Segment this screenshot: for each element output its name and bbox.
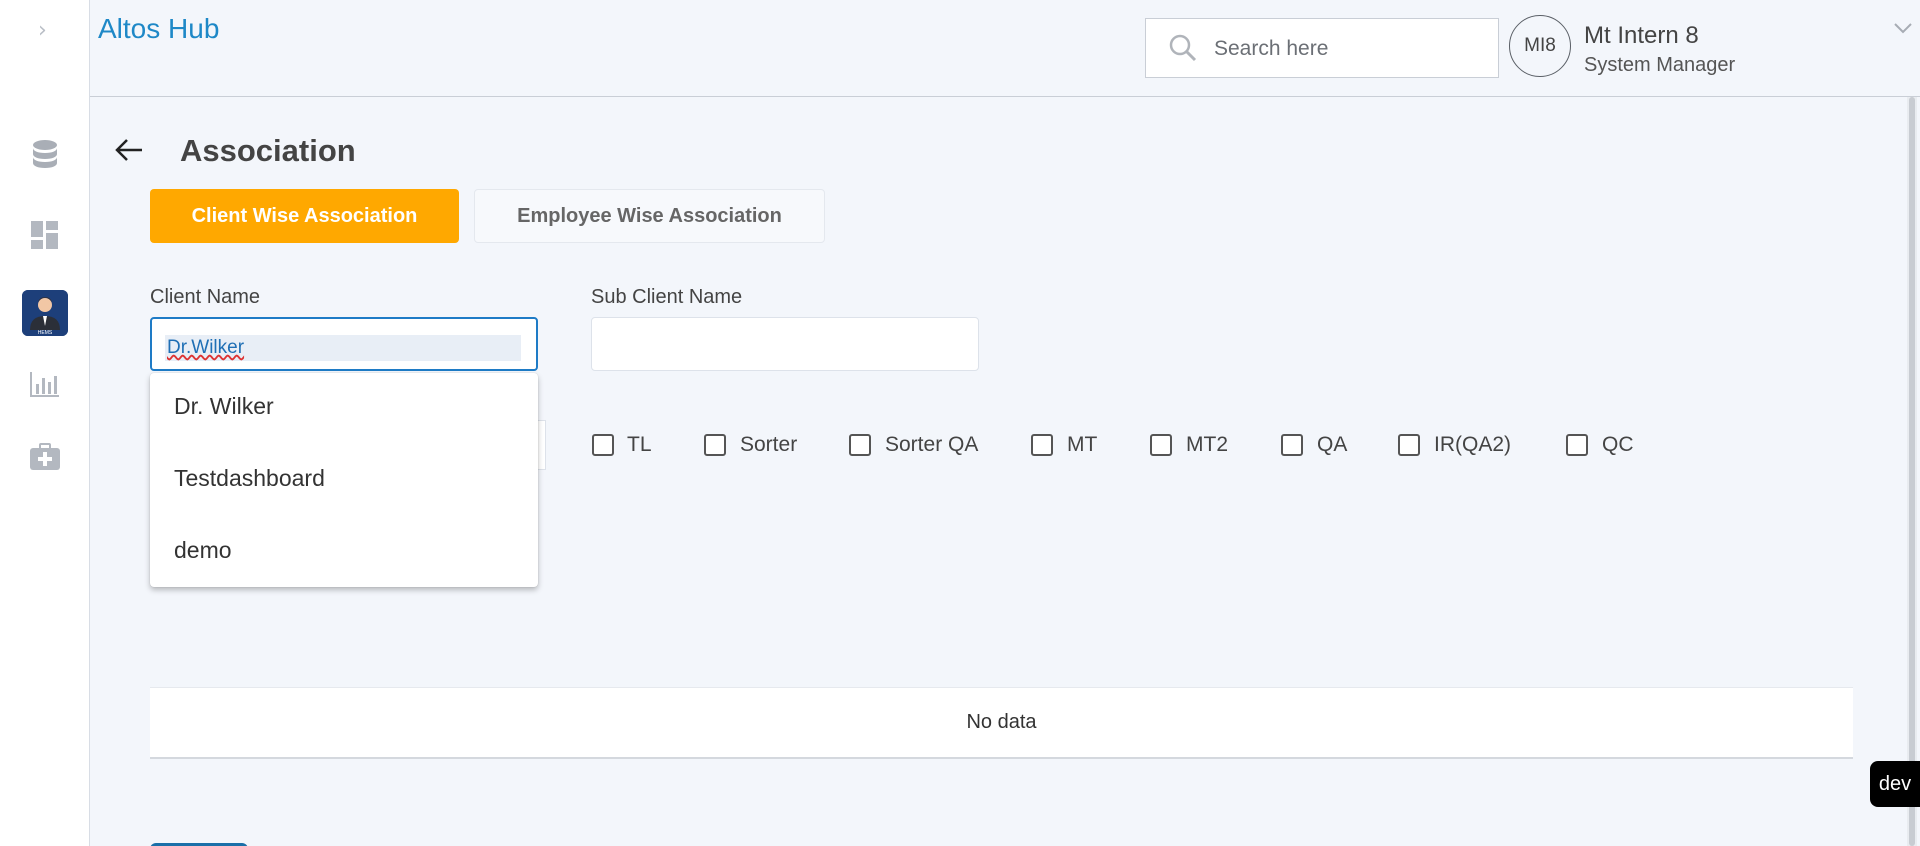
checkbox-mt[interactable]	[1031, 434, 1053, 456]
medical-kit-icon[interactable]	[25, 437, 65, 477]
checkbox-label-sorter: Sorter	[740, 433, 798, 456]
sub-client-name-label: Sub Client Name	[591, 286, 743, 308]
app-title[interactable]: Altos Hub	[98, 13, 219, 45]
checkbox-label-mt2: MT2	[1186, 433, 1228, 456]
checkbox-qa[interactable]	[1281, 434, 1303, 456]
checkbox-ir-qa2[interactable]	[1398, 434, 1420, 456]
dropdown-option[interactable]: Dr. Wilker	[174, 393, 274, 420]
user-role: System Manager	[1584, 54, 1736, 76]
env-badge: dev	[1870, 761, 1920, 807]
checkbox-tl[interactable]	[592, 434, 614, 456]
dashboard-icon[interactable]	[25, 215, 65, 255]
back-arrow-icon[interactable]	[114, 137, 144, 168]
main-content: Association Client Wise Association Empl…	[90, 97, 1906, 846]
scrollbar-thumb[interactable]	[1909, 97, 1915, 846]
client-name-label: Client Name	[150, 286, 261, 308]
checkbox-label-mt: MT	[1067, 433, 1098, 456]
user-avatar[interactable]: MI8	[1509, 15, 1571, 77]
dropdown-option[interactable]: Testdashboard	[174, 465, 325, 492]
tab-employee-wise-association[interactable]: Employee Wise Association	[474, 189, 825, 243]
checkbox-label-ir-qa2: IR(QA2)	[1434, 433, 1512, 456]
checkbox-label-qa: QA	[1317, 433, 1348, 456]
hems-avatar-icon[interactable]: HEMS	[22, 290, 68, 336]
search-icon	[1168, 33, 1198, 68]
no-data-text: No data	[966, 711, 1037, 733]
checkbox-mt2[interactable]	[1150, 434, 1172, 456]
user-name: Mt Intern 8	[1584, 22, 1699, 49]
client-name-dropdown: Dr. Wilker Testdashboard demo	[150, 373, 538, 587]
bar-chart-icon[interactable]	[25, 364, 65, 404]
vertical-scrollbar[interactable]	[1907, 97, 1917, 846]
expand-sidebar-icon[interactable]: ›	[38, 18, 47, 43]
sub-client-name-field[interactable]	[591, 317, 979, 371]
checkbox-qc[interactable]	[1566, 434, 1588, 456]
client-name-value[interactable]: Dr.Wilker	[165, 335, 521, 361]
hems-label: HEMS	[38, 330, 53, 336]
checkbox-sorter[interactable]	[704, 434, 726, 456]
search-input[interactable]	[1214, 35, 1484, 63]
checkbox-label-sorter-qa: Sorter QA	[885, 433, 979, 456]
tab-client-wise-association[interactable]: Client Wise Association	[150, 189, 459, 243]
top-header: Altos Hub MI8 Mt Intern 8 System Manager	[90, 0, 1920, 97]
search-box[interactable]	[1145, 18, 1499, 78]
page-title: Association	[180, 133, 356, 168]
checkbox-label-qc: QC	[1602, 433, 1634, 456]
checkbox-sorter-qa[interactable]	[849, 434, 871, 456]
checkbox-label-tl: TL	[627, 433, 652, 456]
dropdown-option[interactable]: demo	[174, 537, 232, 564]
chevron-down-icon[interactable]	[1892, 20, 1914, 41]
sidebar: › HEMS	[0, 0, 90, 846]
association-table: No data	[150, 687, 1853, 759]
client-name-field[interactable]: Dr.Wilker	[150, 317, 538, 371]
database-icon[interactable]	[25, 136, 65, 176]
